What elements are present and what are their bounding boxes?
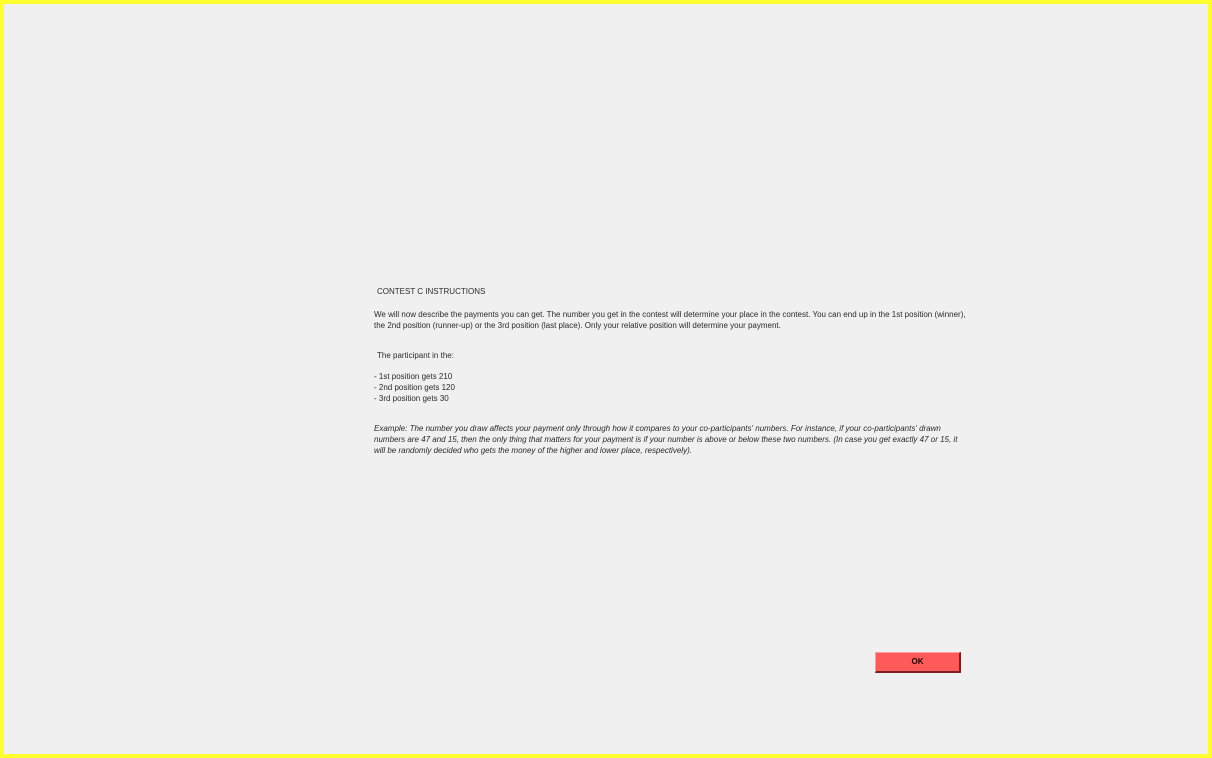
instructions-title: CONTEST C INSTRUCTIONS bbox=[377, 287, 486, 296]
example-text: Example: The number you draw affects you… bbox=[374, 424, 958, 455]
payment-item-2nd: - 2nd position gets 120 bbox=[374, 383, 455, 392]
ok-button[interactable]: OK bbox=[875, 652, 961, 673]
payment-list: - 1st position gets 210 - 2nd position g… bbox=[374, 371, 455, 404]
payment-item-3rd: - 3rd position gets 30 bbox=[374, 394, 449, 403]
instructions-intro-text: We will now describe the payments you ca… bbox=[374, 310, 966, 330]
participant-label: The participant in the: bbox=[377, 351, 454, 360]
payment-item-1st: - 1st position gets 210 bbox=[374, 372, 453, 381]
screen-frame: CONTEST C INSTRUCTIONS We will now descr… bbox=[0, 0, 1212, 758]
